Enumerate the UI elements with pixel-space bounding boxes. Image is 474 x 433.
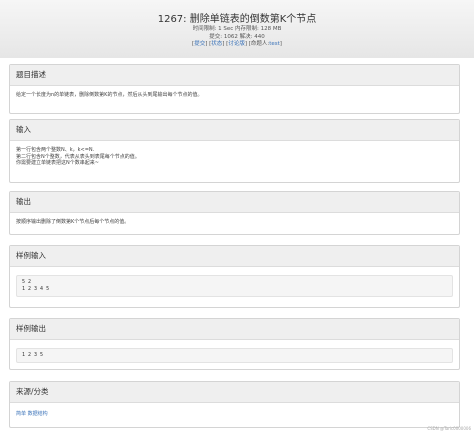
description-text: 给定一个长度为n的单链表，删除倒数第K的节点，然后从头到尾输出每个节点的值。 [16, 92, 203, 98]
input-heading: 输入 [10, 120, 459, 141]
input-text: 第一行包含两个整数N、k，k<=N. 第二行包含N个整数，代表从表头到表尾每个节… [10, 141, 459, 167]
limits-text: 时间限制: 1 Sec 内存限制: 128 MB [192, 26, 282, 32]
code-line: 5 2 [22, 279, 32, 285]
sample-output-heading: 样例输出 [10, 319, 459, 340]
output-panel: 输出 按顺序输出删除了倒数第K个节点后每个节点的值。 [9, 191, 460, 235]
source-heading: 来源/分类 [10, 382, 459, 403]
sample-output-panel: 样例输出 1 2 3 5 [9, 318, 460, 370]
output-heading: 输出 [10, 192, 459, 213]
status-link[interactable]: 状态 [211, 41, 222, 47]
description-heading: 题目描述 [10, 65, 459, 86]
problem-title: 1267: 删除单链表的倒数第K个节点 [157, 14, 317, 25]
sample-input-heading: 样例输入 [10, 246, 459, 267]
code-line: 1 2 3 5 [22, 352, 44, 358]
input-panel: 输入 第一行包含两个整数N、k，k<=N. 第二行包含N个整数，代表从表头到表尾… [9, 119, 460, 183]
submit-link[interactable]: 提交 [194, 41, 205, 47]
sample-output-code: 1 2 3 5 [16, 348, 453, 363]
source-panel: 来源/分类 简单 数据结构 [9, 381, 460, 428]
discuss-link[interactable]: 讨论版 [228, 41, 245, 47]
setter-link[interactable]: test [269, 41, 280, 47]
code-line: 1 2 3 4 5 [22, 286, 50, 292]
sample-input-code: 5 2 1 2 3 4 5 [16, 275, 453, 297]
description-panel: 题目描述 给定一个长度为n的单链表，删除倒数第K的节点，然后从头到尾输出每个节点… [9, 64, 460, 114]
output-text: 按顺序输出删除了倒数第K个节点后每个节点的值。 [16, 219, 130, 225]
sample-input-panel: 样例输入 5 2 1 2 3 4 5 [9, 245, 460, 308]
action-links: [提交] [状态] [讨论版] [命题人:test] [192, 41, 282, 47]
input-line: 你需要建立单链表把这N个数串起来~ [16, 160, 99, 166]
source-tags-link[interactable]: 简单 数据结构 [10, 403, 459, 418]
setter-label: 命题人: [250, 41, 270, 47]
stats-text: 提交: 1062 解决: 440 [209, 33, 265, 40]
problem-header: 1267: 删除单链表的倒数第K个节点 时间限制: 1 Sec 内存限制: 12… [0, 0, 474, 58]
watermark: CSDN @Taric0000006 [427, 426, 471, 431]
